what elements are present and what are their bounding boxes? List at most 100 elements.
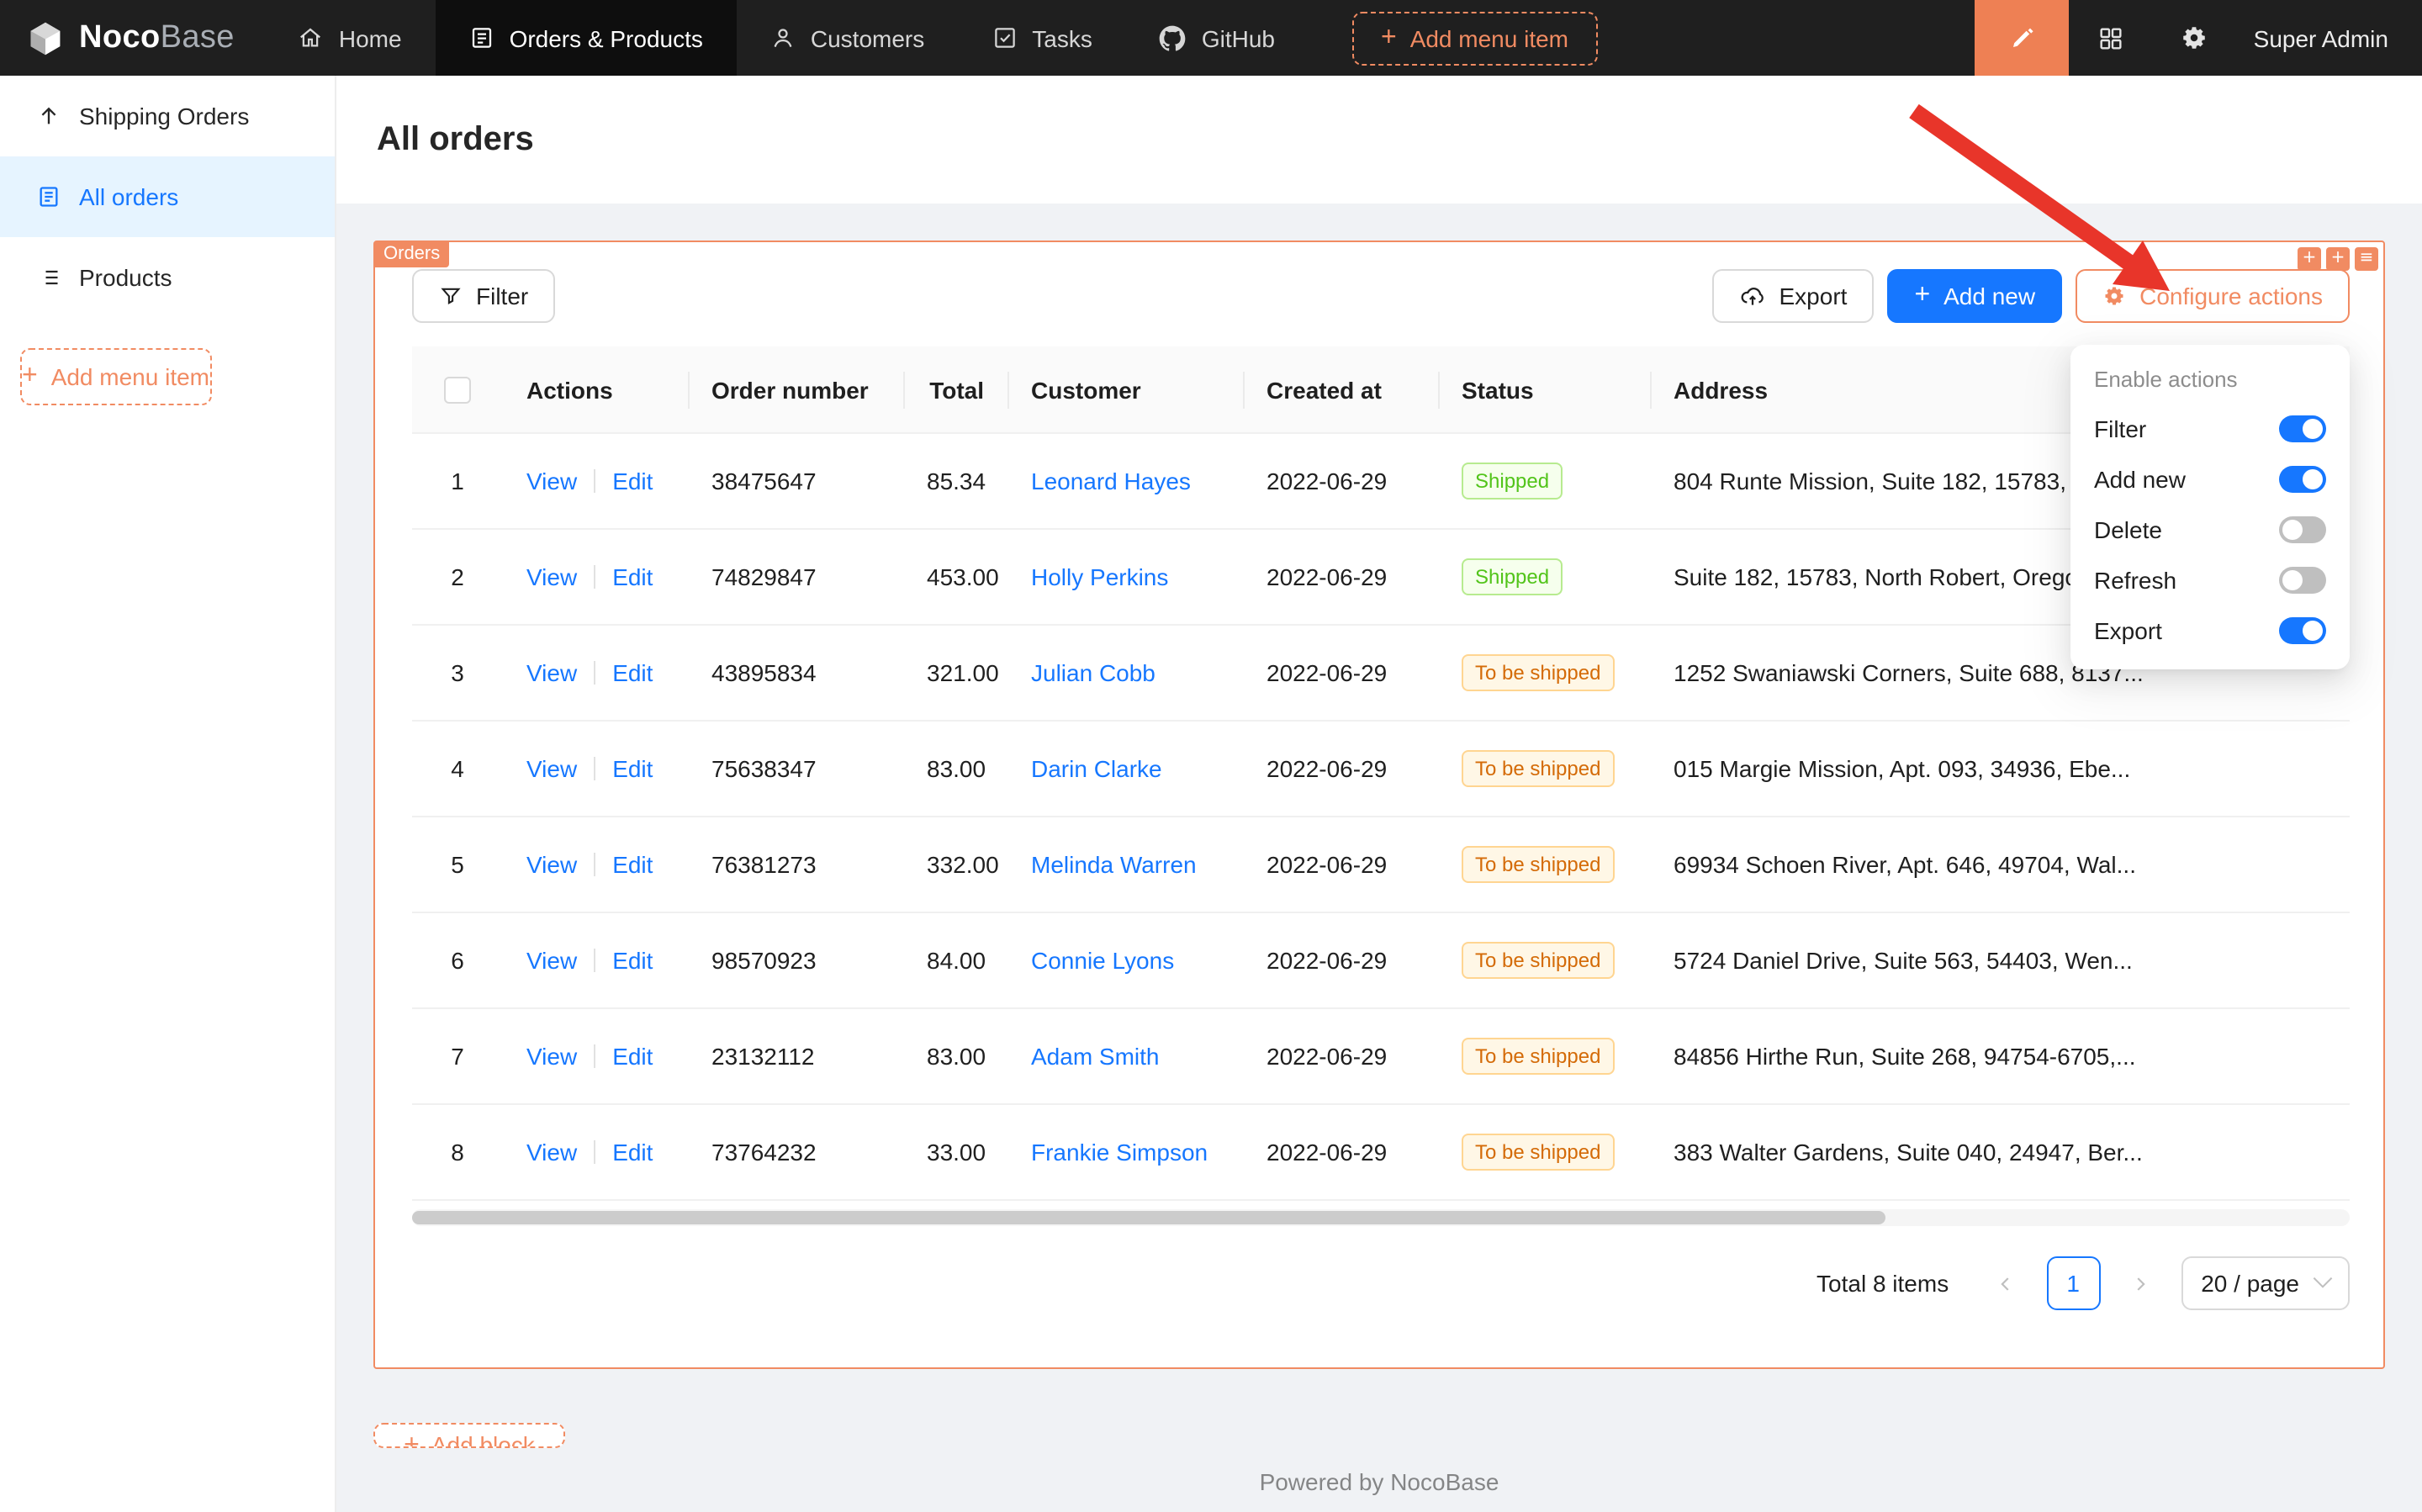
nav-item-github[interactable]: GitHub [1126,0,1309,76]
table-row[interactable]: 8 ViewEdit 73764232 33.00 Frankie Simpso… [412,1105,2350,1201]
nav-item-orders-products[interactable]: Orders & Products [436,0,737,76]
customer-link[interactable]: Frankie Simpson [1031,1139,1208,1166]
select-all-checkbox[interactable] [444,378,471,404]
nav-item-customers[interactable]: Customers [737,0,958,76]
plus-icon: + [404,1425,420,1447]
table-row[interactable]: 6 ViewEdit 98570923 84.00 Connie Lyons 2… [412,913,2350,1009]
scrollbar-thumb[interactable] [412,1212,1885,1225]
nocobase-logo[interactable]: NocoBase [0,0,265,76]
main-area: All orders Orders + + ≡ Filter [336,76,2422,1512]
table-toolbar: Filter Export + Add new [412,269,2350,323]
created-at-cell: 2022-06-29 [1243,530,1438,626]
row-index: 7 [451,1044,464,1071]
table-row[interactable]: 7 ViewEdit 23132112 83.00 Adam Smith 202… [412,1009,2350,1105]
table-row[interactable]: 2 ViewEdit 74829847 453.00 Holly Perkins… [412,530,2350,626]
sidebar-item-shipping-orders[interactable]: Shipping Orders [0,76,335,156]
add-new-toggle[interactable] [2279,466,2326,493]
edit-link[interactable]: Edit [612,564,653,591]
configure-actions-button[interactable]: Configure actions [2076,269,2350,323]
created-at-cell: 2022-06-29 [1243,913,1438,1009]
total-cell: 453.00 [903,530,1007,626]
divider [594,949,595,973]
view-link[interactable]: View [526,660,577,687]
view-link[interactable]: View [526,1044,577,1071]
status-tag: To be shipped [1462,655,1614,692]
row-index: 5 [451,852,464,879]
filter-toggle[interactable] [2279,415,2326,442]
edit-link[interactable]: Edit [612,852,653,879]
view-link[interactable]: View [526,756,577,783]
edit-link[interactable]: Edit [612,756,653,783]
menu-item-delete[interactable]: Delete [2070,505,2350,555]
page-number-button[interactable]: 1 [2046,1257,2100,1311]
delete-toggle[interactable] [2279,516,2326,543]
menu-square-icon[interactable]: ≡ [2355,247,2378,271]
customer-link[interactable]: Connie Lyons [1031,948,1174,975]
customer-link[interactable]: Adam Smith [1031,1044,1160,1071]
view-link[interactable]: View [526,468,577,495]
table-row[interactable]: 4 ViewEdit 75638347 83.00 Darin Clarke 2… [412,722,2350,817]
table-row[interactable]: 3 ViewEdit 43895834 321.00 Julian Cobb 2… [412,626,2350,722]
menu-item-add-new[interactable]: Add new [2070,454,2350,505]
filter-button[interactable]: Filter [412,269,555,323]
order-number-cell: 38475647 [688,434,903,530]
list-icon [37,266,61,289]
refresh-toggle[interactable] [2279,567,2326,594]
menu-item-refresh[interactable]: Refresh [2070,555,2350,605]
ui-editor-icon [2008,24,2035,51]
status-tag: To be shipped [1462,1134,1614,1171]
prev-page-button[interactable] [1979,1257,2033,1311]
user-menu[interactable]: Super Admin [2237,0,2422,76]
sidebar-item-products[interactable]: Products [0,237,335,318]
menu-item-export[interactable]: Export [2070,605,2350,656]
navbar-right: Super Admin [1975,0,2422,76]
edit-link[interactable]: Edit [612,468,653,495]
document-icon [37,185,61,209]
add-block-button[interactable]: + Add block [373,1424,565,1449]
customer-link[interactable]: Holly Perkins [1031,564,1168,591]
view-link[interactable]: View [526,564,577,591]
edit-link[interactable]: Edit [612,948,653,975]
order-number-cell: 98570923 [688,913,903,1009]
customer-link[interactable]: Julian Cobb [1031,660,1155,687]
add-new-button[interactable]: + Add new [1887,269,2062,323]
table-header-row: Actions Order number Total Customer Crea… [412,346,2350,434]
page-header: All orders [336,76,2422,204]
view-link[interactable]: View [526,1139,577,1166]
ui-editor-button[interactable] [1975,0,2069,76]
plus-square-icon[interactable]: + [2326,247,2350,271]
divider [594,1141,595,1165]
export-button[interactable]: Export [1712,269,1875,323]
add-menu-item-button[interactable]: + Add menu item [1352,11,1597,65]
logo-cube-icon [27,19,64,56]
address-cell: 015 Margie Mission, Apt. 093, 34936, Ebe… [1650,722,2350,817]
orders-icon [469,25,494,50]
powered-by-footer: Powered by NocoBase [373,1469,2385,1496]
sidebar-add-menu-item-button[interactable]: + Add menu item [20,348,211,405]
plus-square-icon[interactable]: + [2298,247,2321,271]
nav-item-home[interactable]: Home [265,0,436,76]
table-row[interactable]: 1 ViewEdit 38475647 85.34 Leonard Hayes … [412,434,2350,530]
edit-link[interactable]: Edit [612,660,653,687]
menu-item-filter[interactable]: Filter [2070,404,2350,454]
table-row[interactable]: 5 ViewEdit 76381273 332.00 Melinda Warre… [412,817,2350,913]
settings-button[interactable] [2153,0,2237,76]
sidebar-item-all-orders[interactable]: All orders [0,156,335,237]
page-size-select[interactable]: 20 / page [2181,1257,2350,1311]
row-index: 1 [451,468,464,495]
nav-item-tasks[interactable]: Tasks [958,0,1126,76]
edit-link[interactable]: Edit [612,1139,653,1166]
customer-link[interactable]: Leonard Hayes [1031,468,1191,495]
next-page-button[interactable] [2113,1257,2167,1311]
edit-link[interactable]: Edit [612,1044,653,1071]
plus-icon: + [22,363,38,390]
customer-link[interactable]: Melinda Warren [1031,852,1197,879]
export-toggle[interactable] [2279,617,2326,644]
main-menu: Home Orders & Products Customers Tasks G… [265,0,1309,76]
customer-link[interactable]: Darin Clarke [1031,756,1162,783]
view-link[interactable]: View [526,948,577,975]
view-link[interactable]: View [526,852,577,879]
github-icon [1160,24,1187,51]
plugins-button[interactable] [2069,0,2153,76]
status-tag: To be shipped [1462,943,1614,980]
